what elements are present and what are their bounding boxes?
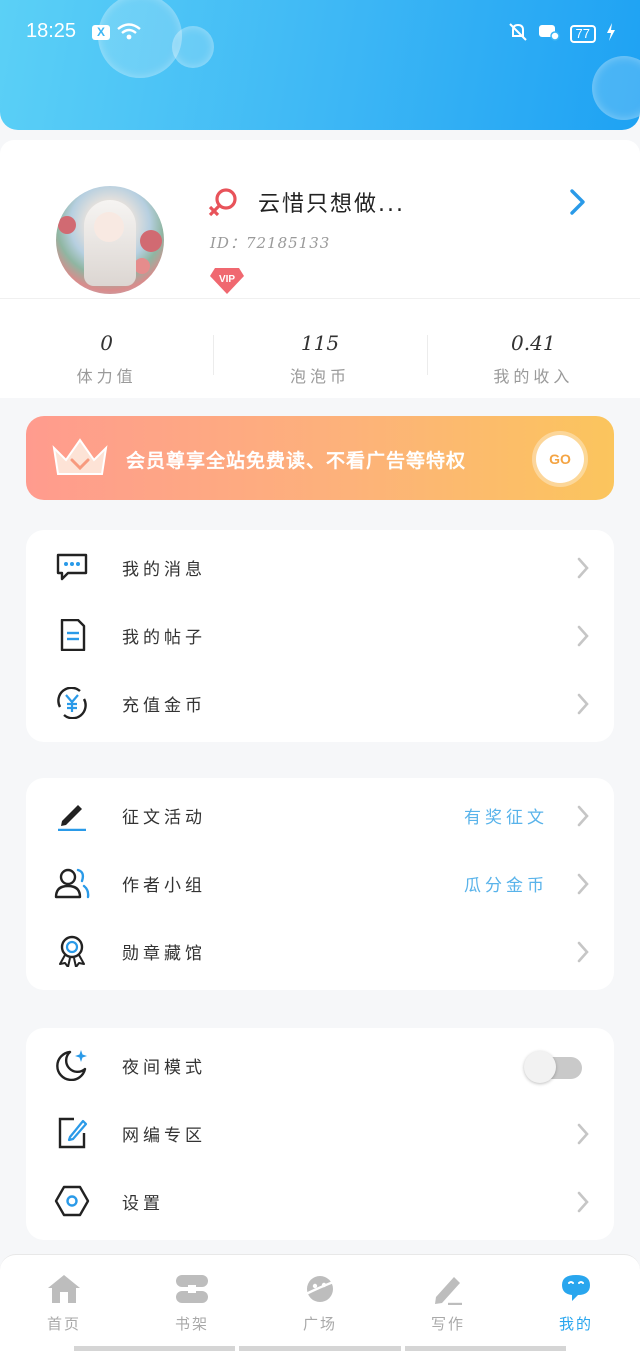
menu-card-settings: 夜间模式 网编专区 设置 <box>26 1028 614 1240</box>
nav-home[interactable]: 首页 <box>0 1255 128 1351</box>
stat-stamina[interactable]: 0 体力值 <box>0 299 213 398</box>
chevron-right-icon <box>576 873 590 899</box>
menu-card-community: 征文活动 有奖征文 作者小组 瓜分金币 勋章藏馆 <box>26 778 614 990</box>
nav-label: 我的 <box>558 1315 593 1333</box>
chat-status-icon <box>538 23 560 45</box>
home-indicator-segment <box>74 1346 236 1351</box>
menu-label: 网编专区 <box>122 1126 206 1146</box>
menu-item-author-group[interactable]: 作者小组 瓜分金币 <box>26 849 614 917</box>
chevron-right-icon <box>576 557 590 583</box>
menu-item-editor-zone[interactable]: 网编专区 <box>26 1099 614 1167</box>
stat-label: 我的收入 <box>493 367 574 386</box>
nav-label: 广场 <box>302 1315 337 1333</box>
avatar-decor <box>134 258 150 274</box>
vip-banner[interactable]: 会员尊享全站免费读、不看广告等特权 GO <box>26 416 614 500</box>
stat-value: 0.41 <box>511 331 556 355</box>
stats-row: 0 体力值 115 泡泡币 0.41 我的收入 <box>0 298 640 398</box>
notification-badge: X <box>92 25 110 40</box>
pen-icon <box>54 799 90 832</box>
menu-item-essay-contest[interactable]: 征文活动 有奖征文 <box>26 781 614 849</box>
home-indicator-segment <box>239 1346 401 1351</box>
menu-item-settings[interactable]: 设置 <box>26 1167 614 1235</box>
menu-item-medals[interactable]: 勋章藏馆 <box>26 917 614 985</box>
vip-banner-text: 会员尊享全站免费读、不看广告等特权 <box>126 450 467 472</box>
bell-muted-icon <box>508 22 528 46</box>
avatar[interactable] <box>56 186 164 294</box>
night-mode-toggle[interactable] <box>524 1051 582 1083</box>
moon-icon <box>54 1049 90 1082</box>
profile-card[interactable]: 云惜只想做... ID：72185133 VIP <box>0 140 640 298</box>
menu-label: 夜间模式 <box>122 1058 206 1078</box>
avatar-decor <box>58 216 76 234</box>
home-indicator <box>74 1346 566 1351</box>
toggle-knob <box>524 1051 556 1083</box>
menu-label: 充值金币 <box>122 696 206 716</box>
vip-badge-text: VIP <box>218 274 236 285</box>
chevron-right-icon <box>576 941 590 967</box>
settings-icon <box>54 1185 90 1217</box>
stat-label: 泡泡币 <box>289 367 350 386</box>
go-button[interactable]: GO <box>536 435 584 483</box>
stat-bubble-coins[interactable]: 115 泡泡币 <box>213 299 426 398</box>
nav-label: 首页 <box>46 1315 81 1333</box>
menu-hint: 有奖征文 <box>464 808 548 828</box>
username: 云惜只想做... <box>258 192 405 217</box>
status-bar: 18:25 X 77 <box>0 0 640 66</box>
status-right-group: 77 <box>508 22 616 46</box>
avatar-face <box>94 212 124 242</box>
charging-icon <box>606 23 616 45</box>
profile-chat-icon <box>558 1273 594 1309</box>
home-icon <box>46 1273 82 1309</box>
female-icon <box>206 186 240 224</box>
message-icon <box>54 551 90 583</box>
chevron-right-icon <box>576 693 590 719</box>
nav-mine[interactable]: 我的 <box>512 1255 640 1351</box>
pencil-icon <box>430 1273 466 1309</box>
nav-bookshelf[interactable]: 书架 <box>128 1255 256 1351</box>
avatar-decor <box>140 230 162 252</box>
menu-label: 我的消息 <box>122 560 206 580</box>
menu-card-account: 我的消息 我的帖子 充值金币 <box>26 530 614 742</box>
chevron-right-icon <box>576 625 590 651</box>
nav-label: 书架 <box>174 1315 209 1333</box>
menu-label: 我的帖子 <box>122 628 206 648</box>
menu-label: 作者小组 <box>122 876 206 896</box>
menu-label: 设置 <box>122 1194 164 1214</box>
planet-icon <box>302 1273 338 1309</box>
menu-item-recharge[interactable]: 充值金币 <box>26 669 614 737</box>
menu-item-night-mode[interactable]: 夜间模式 <box>26 1031 614 1099</box>
stat-value: 115 <box>300 331 340 355</box>
status-time: 18:25 <box>26 20 77 42</box>
menu-item-posts[interactable]: 我的帖子 <box>26 601 614 669</box>
profile-chevron-right-icon[interactable] <box>566 188 590 220</box>
stat-label: 体力值 <box>76 367 137 386</box>
crown-icon <box>50 434 110 486</box>
nav-label: 写作 <box>430 1315 465 1333</box>
bookshelf-icon <box>174 1273 210 1309</box>
chevron-right-icon <box>576 1123 590 1149</box>
bottom-nav: 首页 书架 广场 写作 我的 <box>0 1254 640 1351</box>
document-icon <box>54 618 90 652</box>
chevron-right-icon <box>576 1191 590 1217</box>
battery-indicator: 77 <box>569 25 596 43</box>
user-id: ID：72185133 <box>210 234 331 252</box>
chevron-right-icon <box>576 805 590 831</box>
nav-write[interactable]: 写作 <box>384 1255 512 1351</box>
stat-income[interactable]: 0.41 我的收入 <box>426 299 640 398</box>
home-indicator-segment <box>404 1346 566 1351</box>
group-icon <box>54 867 90 899</box>
edit-icon <box>54 1117 90 1149</box>
menu-label: 勋章藏馆 <box>122 944 206 964</box>
menu-item-messages[interactable]: 我的消息 <box>26 533 614 601</box>
yuan-coin-icon <box>54 686 90 720</box>
wifi-icon <box>116 22 142 46</box>
vip-badge: VIP <box>210 266 244 294</box>
medal-icon <box>54 935 90 968</box>
menu-label: 征文活动 <box>122 808 206 828</box>
stat-value: 0 <box>100 331 114 355</box>
menu-hint: 瓜分金币 <box>464 876 548 896</box>
nav-square[interactable]: 广场 <box>256 1255 384 1351</box>
